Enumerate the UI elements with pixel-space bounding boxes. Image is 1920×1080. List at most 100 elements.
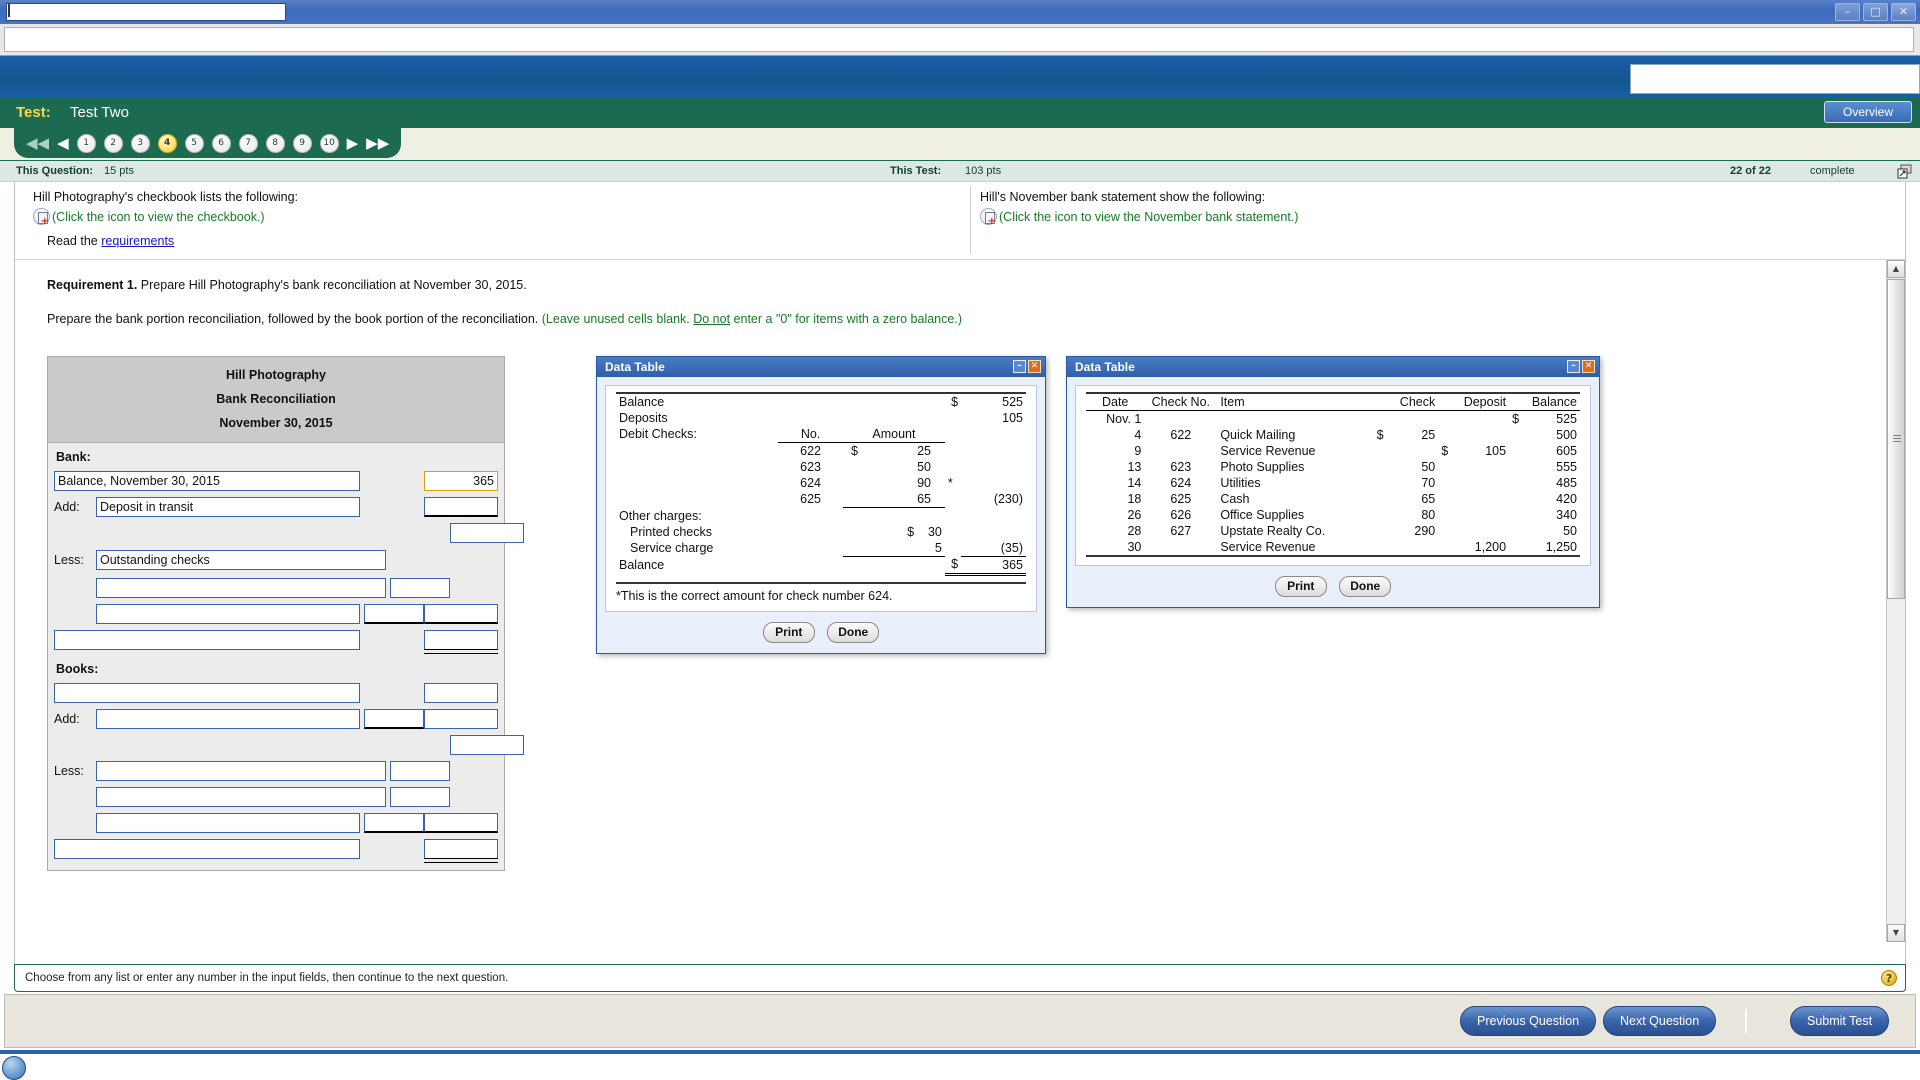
check-amount: 90 xyxy=(917,476,931,490)
row-check xyxy=(1388,411,1438,428)
next-question-icon[interactable]: ▶ xyxy=(347,135,359,151)
checkbook-icon-row[interactable]: (Click the icon to view the checkbook.) xyxy=(33,208,953,226)
books-less-row2-description-field[interactable] xyxy=(96,786,386,807)
books-less-row3-description-field[interactable] xyxy=(96,812,360,833)
bank-add-subtotal-field[interactable] xyxy=(450,522,524,543)
print-button[interactable]: Print xyxy=(762,621,815,643)
done-button[interactable]: Done xyxy=(1339,576,1392,597)
expand-window-icon[interactable] xyxy=(1897,164,1912,179)
books-add-subtotal-field[interactable] xyxy=(450,734,524,755)
address-field[interactable] xyxy=(6,3,286,21)
books-total-amount-field[interactable] xyxy=(424,838,498,859)
bank-total-amount-field[interactable] xyxy=(424,629,498,650)
bank-less-row2-description-field[interactable] xyxy=(96,603,360,624)
overview-button[interactable]: Overview xyxy=(1824,101,1912,123)
row-deposit-dollar xyxy=(1438,459,1453,475)
previous-question-button[interactable]: Previous Question xyxy=(1460,1006,1597,1036)
next-question-button[interactable]: Next Question xyxy=(1603,1006,1717,1036)
scroll-up-icon[interactable]: ▲ xyxy=(1887,260,1905,278)
submit-test-button[interactable]: Submit Test xyxy=(1790,1006,1890,1036)
minimize-button[interactable]: – xyxy=(1835,3,1860,21)
bank-less-label: Less: xyxy=(54,553,84,567)
row-balance-dollar xyxy=(1509,443,1524,459)
nav-question-1[interactable]: 1 xyxy=(76,133,96,153)
books-less-row3-amount-field[interactable] xyxy=(424,812,498,833)
table-row: 4 622 Quick Mailing $ 25 500 xyxy=(1086,427,1580,443)
requirements-link[interactable]: requirements xyxy=(101,234,174,248)
nav-question-4[interactable]: 4 xyxy=(157,133,177,153)
table-header-row: Date Check No. Item Check Deposit Balanc… xyxy=(1086,393,1580,411)
help-icon[interactable]: ? xyxy=(1881,970,1897,986)
books-less-label: Less: xyxy=(54,763,84,778)
bank-statement-table: Date Check No. Item Check Deposit Balanc… xyxy=(1086,392,1580,557)
done-button[interactable]: Done xyxy=(827,621,880,643)
row-check: 290 xyxy=(1414,524,1436,538)
toolbar-content-area[interactable] xyxy=(4,27,1914,52)
table-row: Other charges: xyxy=(616,508,1026,524)
check-no: 625 xyxy=(800,492,821,507)
books-balance-amount-field[interactable] xyxy=(424,682,498,703)
nav-question-5[interactable]: 5 xyxy=(184,133,204,153)
worksheet-body: Bank: Add: xyxy=(48,443,524,870)
nav-question-3[interactable]: 3 xyxy=(130,133,150,153)
dialog-close-icon[interactable]: ✕ xyxy=(1028,360,1041,373)
print-button[interactable]: Print xyxy=(1274,576,1327,597)
books-less-row1-description-field[interactable] xyxy=(96,760,386,781)
header-search-box[interactable] xyxy=(1630,64,1920,94)
dialog-footer: Print Done xyxy=(1067,574,1599,607)
row-check: 50 xyxy=(1421,460,1436,474)
books-total-description-field[interactable] xyxy=(54,838,360,859)
bank-balance-description-field[interactable] xyxy=(54,470,360,491)
document-icon[interactable] xyxy=(980,208,997,226)
bank-section-label: Bank: xyxy=(56,450,91,464)
books-balance-description-field[interactable] xyxy=(54,682,360,703)
nav-question-10[interactable]: 10 xyxy=(319,133,339,153)
other-charges-label: Other charges: xyxy=(619,508,702,523)
document-icon[interactable] xyxy=(33,208,50,226)
nav-question-8[interactable]: 8 xyxy=(265,133,285,153)
dialog-minimize-icon[interactable]: – xyxy=(1567,360,1580,373)
bank-add-amount-field[interactable] xyxy=(424,496,498,517)
books-add-amount-field[interactable] xyxy=(424,708,498,729)
books-less-row3-middle-field[interactable] xyxy=(364,812,424,833)
bank-total-description-field[interactable] xyxy=(54,629,360,650)
row-balance-dollar: $ xyxy=(1512,412,1520,426)
bank-less-row1-middle-field[interactable] xyxy=(390,577,450,598)
row-date: 18 xyxy=(1127,492,1142,506)
bank-less-row1-description-field[interactable] xyxy=(96,577,386,598)
table-row: Nov. 1 $ 525 xyxy=(1086,411,1580,428)
dialog-close-icon[interactable]: ✕ xyxy=(1582,360,1595,373)
row-date: 9 xyxy=(1134,444,1142,458)
row-check-no: 622 xyxy=(1170,428,1192,442)
scrollbar-thumb[interactable] xyxy=(1887,279,1905,599)
row-deposit xyxy=(1453,459,1509,475)
window-controls: – □ ✕ xyxy=(1835,3,1916,21)
books-less-row1-middle-field[interactable] xyxy=(390,760,450,781)
vertical-scrollbar[interactable]: ▲ ▼ xyxy=(1886,260,1905,942)
nav-question-9[interactable]: 9 xyxy=(292,133,312,153)
nav-question-2[interactable]: 2 xyxy=(103,133,123,153)
scroll-down-icon[interactable]: ▼ xyxy=(1887,924,1905,942)
books-less-row2-middle-field[interactable] xyxy=(390,786,450,807)
books-add-description-field[interactable] xyxy=(96,708,360,729)
nav-question-6[interactable]: 6 xyxy=(211,133,231,153)
first-question-icon[interactable]: ◀◀ xyxy=(26,135,49,151)
statement-icon-row[interactable]: (Click the icon to view the November ban… xyxy=(980,208,1880,226)
dialog-content: Date Check No. Item Check Deposit Balanc… xyxy=(1075,385,1591,566)
bank-less-description-field[interactable] xyxy=(96,550,386,570)
books-add-middle-field[interactable] xyxy=(364,708,424,729)
bank-less-row2-amount-field[interactable] xyxy=(424,603,498,624)
maximize-button[interactable]: □ xyxy=(1863,3,1888,21)
table-row: Printed checks $ 30 xyxy=(616,524,1026,540)
row-balance: 340 xyxy=(1556,508,1577,522)
bank-less-row2-middle-field[interactable] xyxy=(364,603,424,624)
nav-question-7[interactable]: 7 xyxy=(238,133,258,153)
dialog-minimize-icon[interactable]: – xyxy=(1013,360,1026,373)
bank-balance-amount-field[interactable] xyxy=(424,470,498,491)
last-question-icon[interactable]: ▶▶ xyxy=(366,135,389,151)
bank-add-description-field[interactable] xyxy=(96,496,360,517)
table-row: 622 $ 25 xyxy=(616,443,1026,460)
row-item: Cash xyxy=(1220,492,1250,506)
prev-question-icon[interactable]: ◀ xyxy=(57,135,69,151)
close-button[interactable]: ✕ xyxy=(1891,3,1916,21)
